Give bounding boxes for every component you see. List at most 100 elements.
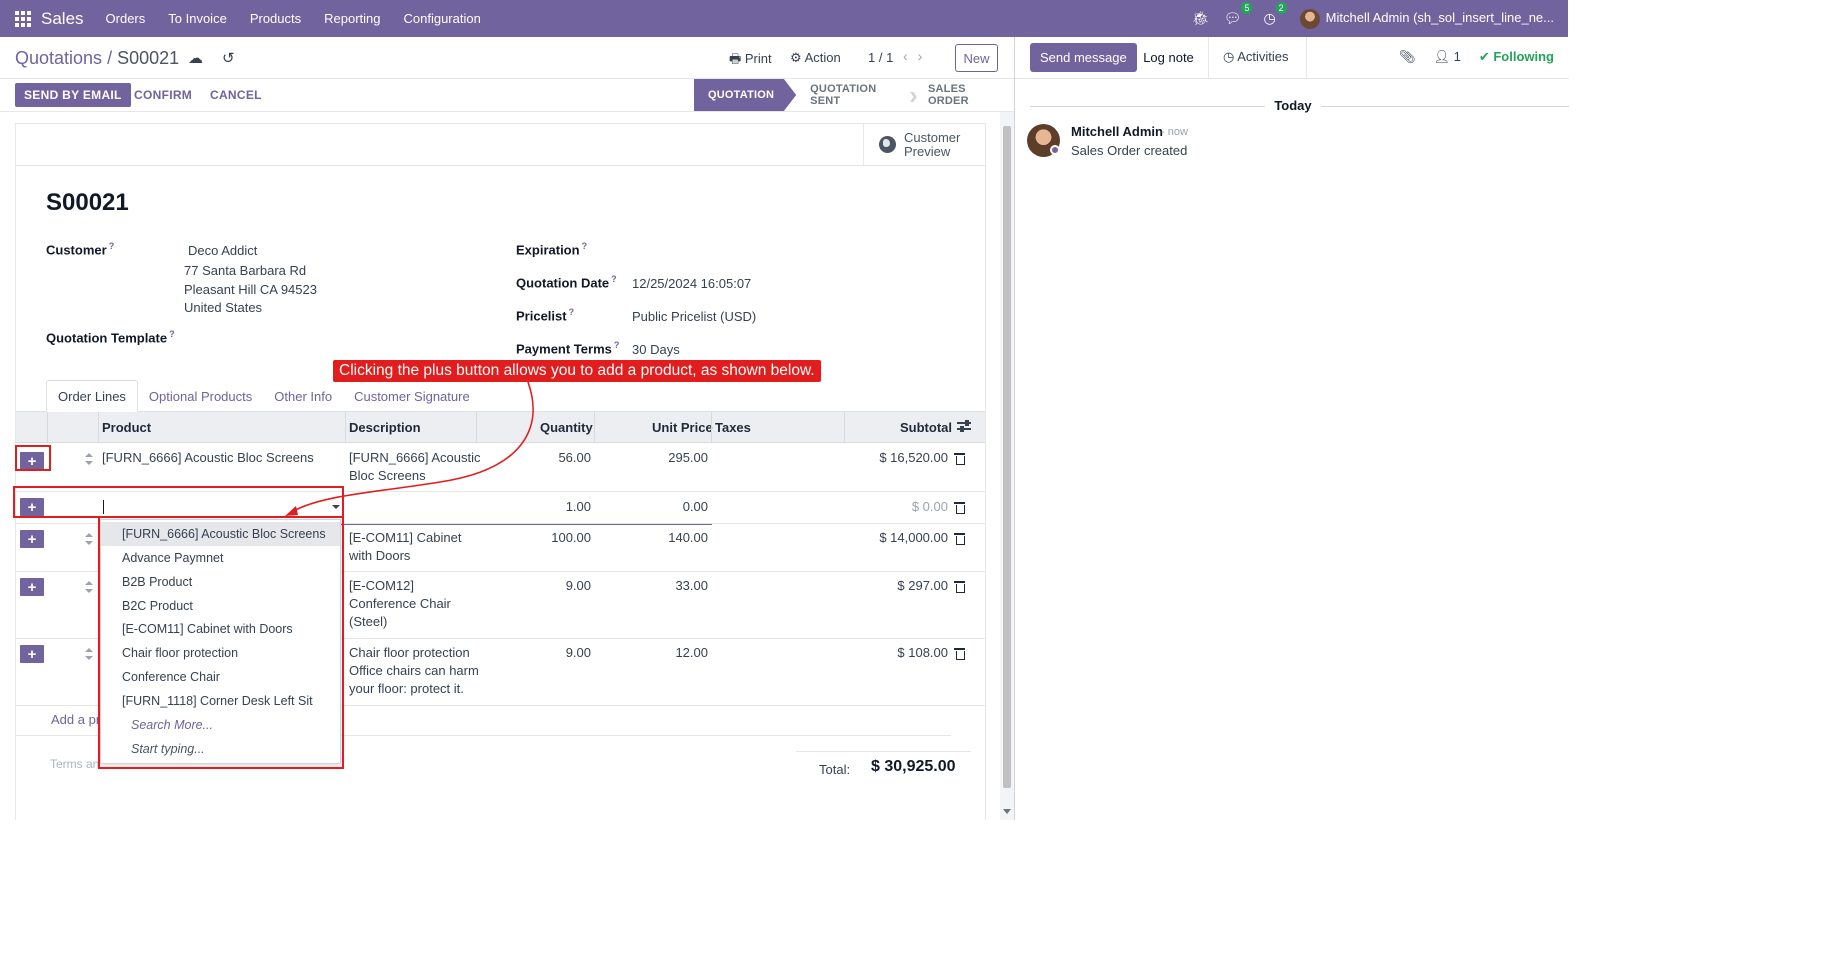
row-description[interactable]: [FURN_6666] Acoustic Bloc Screens bbox=[349, 449, 481, 485]
trash-icon[interactable] bbox=[954, 453, 965, 465]
nav-reporting[interactable]: Reporting bbox=[324, 11, 380, 26]
form-scrollbar[interactable] bbox=[1000, 112, 1014, 820]
send-message-button[interactable]: Send message bbox=[1030, 43, 1137, 72]
drag-handle-icon[interactable] bbox=[85, 648, 93, 660]
help-marker[interactable]: ? bbox=[614, 340, 620, 350]
row-quantity[interactable]: 100.00 bbox=[476, 529, 591, 547]
confirm-button[interactable]: CONFIRM bbox=[134, 88, 192, 102]
col-product[interactable]: Product bbox=[102, 420, 151, 435]
tab-other-info[interactable]: Other Info bbox=[263, 380, 343, 412]
help-marker[interactable]: ? bbox=[109, 241, 115, 251]
row-description[interactable]: [E-COM12] Conference Chair (Steel) bbox=[349, 577, 451, 631]
paperclip-icon[interactable]: 📎︎ bbox=[1399, 49, 1416, 65]
stage-quotation-sent[interactable]: QUOTATION SENT › bbox=[796, 79, 918, 111]
customer-preview-button[interactable]: Customer Preview bbox=[863, 124, 985, 165]
drag-handle-icon[interactable] bbox=[85, 453, 93, 465]
row-unit-price[interactable]: 33.00 bbox=[594, 577, 708, 595]
nav-to-invoice[interactable]: To Invoice bbox=[168, 11, 227, 26]
following-button[interactable]: ✔ Following bbox=[1479, 49, 1554, 65]
user-menu[interactable]: Mitchell Admin (sh_sol_insert_line_ne... bbox=[1299, 8, 1554, 29]
drag-handle-icon[interactable] bbox=[85, 581, 93, 593]
message-author[interactable]: Mitchell Admin bbox=[1071, 124, 1163, 139]
table-row[interactable]: + [FURN_6666] Acoustic Bloc Screens [FUR… bbox=[16, 444, 985, 492]
drag-handle-icon[interactable] bbox=[85, 533, 93, 545]
quotation-date-field[interactable]: 12/25/2024 16:05:07 bbox=[632, 276, 751, 291]
row-description[interactable]: [E-COM11] Cabinet with Doors bbox=[349, 529, 461, 565]
payment-terms-field[interactable]: 30 Days bbox=[632, 342, 680, 357]
scrollbar-thumb[interactable] bbox=[1003, 126, 1011, 788]
optional-columns-icon[interactable] bbox=[957, 420, 971, 432]
col-separator bbox=[47, 412, 48, 443]
insert-line-button[interactable]: + bbox=[20, 578, 44, 596]
stage-quotation[interactable]: QUOTATION bbox=[694, 79, 797, 111]
row-unit-price[interactable]: 140.00 bbox=[594, 529, 708, 547]
annotation-highlight-new-line bbox=[13, 486, 344, 518]
row-description[interactable]: Chair floor protection Office chairs can … bbox=[349, 644, 479, 698]
message-body: Sales Order created bbox=[1071, 143, 1188, 158]
terms-field[interactable]: Terms an bbox=[50, 757, 99, 771]
chevron-left-icon[interactable]: ‹ bbox=[903, 48, 918, 64]
col-quantity[interactable]: Quantity bbox=[540, 420, 593, 435]
messages-icon[interactable]: 💬︎ 5 bbox=[1224, 2, 1253, 27]
col-separator bbox=[594, 412, 595, 443]
stage-sales-order[interactable]: SALES ORDER bbox=[912, 79, 1014, 111]
insert-line-button[interactable]: + bbox=[20, 530, 44, 548]
total-divider bbox=[796, 751, 971, 752]
pricelist-field[interactable]: Public Pricelist (USD) bbox=[632, 309, 756, 324]
col-taxes[interactable]: Taxes bbox=[715, 420, 751, 435]
nav-configuration[interactable]: Configuration bbox=[404, 11, 481, 26]
pager-arrows[interactable]: ‹› bbox=[903, 48, 932, 64]
help-marker[interactable]: ? bbox=[169, 329, 175, 339]
action-button[interactable]: ⚙ Action bbox=[790, 50, 841, 66]
row-quantity[interactable]: 1.00 bbox=[476, 498, 591, 516]
send-by-email-button[interactable]: SEND BY EMAIL bbox=[15, 83, 131, 107]
trash-icon[interactable] bbox=[954, 581, 965, 593]
row-quantity[interactable]: 56.00 bbox=[476, 449, 591, 467]
help-marker[interactable]: ? bbox=[582, 241, 588, 251]
cloud-save-icon[interactable]: ☁ bbox=[188, 49, 203, 67]
activities-button[interactable]: ◷ Activities bbox=[1223, 49, 1289, 65]
row-product[interactable]: [FURN_6666] Acoustic Bloc Screens bbox=[102, 449, 314, 467]
help-marker[interactable]: ? bbox=[611, 274, 617, 284]
insert-line-button[interactable]: + bbox=[20, 645, 44, 663]
breadcrumb-quotations[interactable]: Quotations bbox=[15, 48, 102, 68]
scroll-down-icon[interactable] bbox=[1003, 809, 1011, 814]
trash-icon[interactable] bbox=[954, 648, 965, 660]
messages-badge: 5 bbox=[1241, 2, 1253, 14]
row-quantity[interactable]: 9.00 bbox=[476, 644, 591, 662]
cancel-button[interactable]: CANCEL bbox=[210, 88, 262, 102]
clock-icon[interactable]: ◷ 2 bbox=[1263, 2, 1287, 27]
print-button[interactable]: 🖶︎ Print bbox=[729, 50, 772, 72]
app-brand[interactable]: Sales bbox=[41, 9, 84, 29]
discard-icon[interactable]: ↺ bbox=[222, 49, 235, 67]
status-stages: QUOTATION QUOTATION SENT › SALES ORDER bbox=[694, 79, 1014, 111]
col-description[interactable]: Description bbox=[349, 420, 421, 435]
customer-name[interactable]: Deco Addict bbox=[188, 243, 257, 258]
chatter-divider bbox=[1015, 78, 1569, 79]
bug-icon[interactable]: 🐞︎ bbox=[1192, 10, 1210, 27]
col-subtotal[interactable]: Subtotal bbox=[900, 420, 952, 435]
col-unit-price[interactable]: Unit Price bbox=[652, 420, 713, 435]
tab-customer-signature[interactable]: Customer Signature bbox=[343, 380, 481, 412]
trash-icon[interactable] bbox=[954, 502, 965, 514]
col-separator bbox=[476, 412, 477, 443]
tab-optional-products[interactable]: Optional Products bbox=[138, 380, 263, 412]
row-quantity[interactable]: 9.00 bbox=[476, 577, 591, 595]
customer-preview-label: Customer Preview bbox=[904, 129, 961, 159]
online-status-dot bbox=[1050, 145, 1060, 155]
pager-value[interactable]: 1 / 1 bbox=[868, 50, 893, 65]
customer-address: 77 Santa Barbara Rd Pleasant Hill CA 945… bbox=[184, 262, 317, 318]
log-note-button[interactable]: Log note bbox=[1128, 37, 1209, 79]
followers-button[interactable]: 👤︎ 1 bbox=[1433, 49, 1460, 65]
nav-orders[interactable]: Orders bbox=[106, 11, 146, 26]
new-button[interactable]: New bbox=[955, 44, 998, 72]
nav-products[interactable]: Products bbox=[250, 11, 301, 26]
row-unit-price[interactable]: 12.00 bbox=[594, 644, 708, 662]
apps-grid-icon[interactable] bbox=[15, 10, 31, 27]
trash-icon[interactable] bbox=[954, 533, 965, 545]
help-marker[interactable]: ? bbox=[569, 307, 575, 317]
chevron-right-icon[interactable]: › bbox=[918, 48, 933, 64]
row-unit-price[interactable]: 0.00 bbox=[594, 498, 708, 516]
tab-order-lines[interactable]: Order Lines bbox=[46, 380, 138, 412]
row-unit-price[interactable]: 295.00 bbox=[594, 449, 708, 467]
